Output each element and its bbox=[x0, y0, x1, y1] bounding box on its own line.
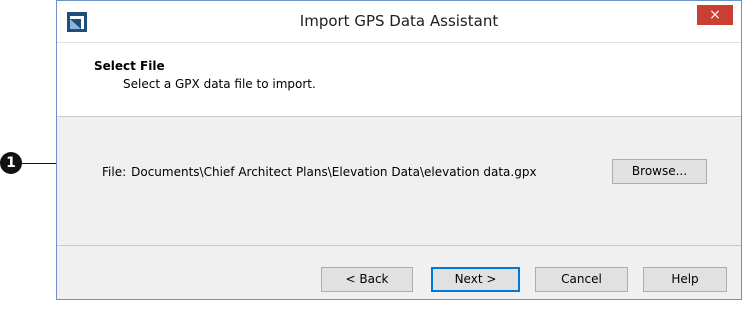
window-title: Import GPS Data Assistant bbox=[299, 12, 499, 30]
step-title: Select File bbox=[94, 59, 165, 73]
help-button[interactable]: Help bbox=[643, 267, 727, 292]
cancel-button[interactable]: Cancel bbox=[535, 267, 628, 292]
back-button[interactable]: < Back bbox=[321, 267, 413, 292]
file-path-value: Documents\Chief Architect Plans\Elevatio… bbox=[131, 165, 537, 179]
step-header: Select File Select a GPX data file to im… bbox=[57, 43, 741, 117]
next-button[interactable]: Next > bbox=[431, 267, 520, 292]
browse-button[interactable]: Browse... bbox=[612, 159, 707, 184]
dialog-window: Import GPS Data Assistant × Select File … bbox=[56, 0, 742, 300]
content-panel: File: Documents\Chief Architect Plans\Ele… bbox=[57, 117, 741, 246]
title-bar: Import GPS Data Assistant × bbox=[57, 1, 741, 43]
callout-number-badge: 1 bbox=[0, 152, 22, 174]
close-button[interactable]: × bbox=[697, 5, 733, 25]
file-label: File: bbox=[102, 165, 127, 179]
file-row: File: Documents\Chief Architect Plans\Ele… bbox=[102, 165, 537, 179]
close-icon: × bbox=[709, 7, 721, 23]
step-subtitle: Select a GPX data file to import. bbox=[123, 77, 316, 91]
